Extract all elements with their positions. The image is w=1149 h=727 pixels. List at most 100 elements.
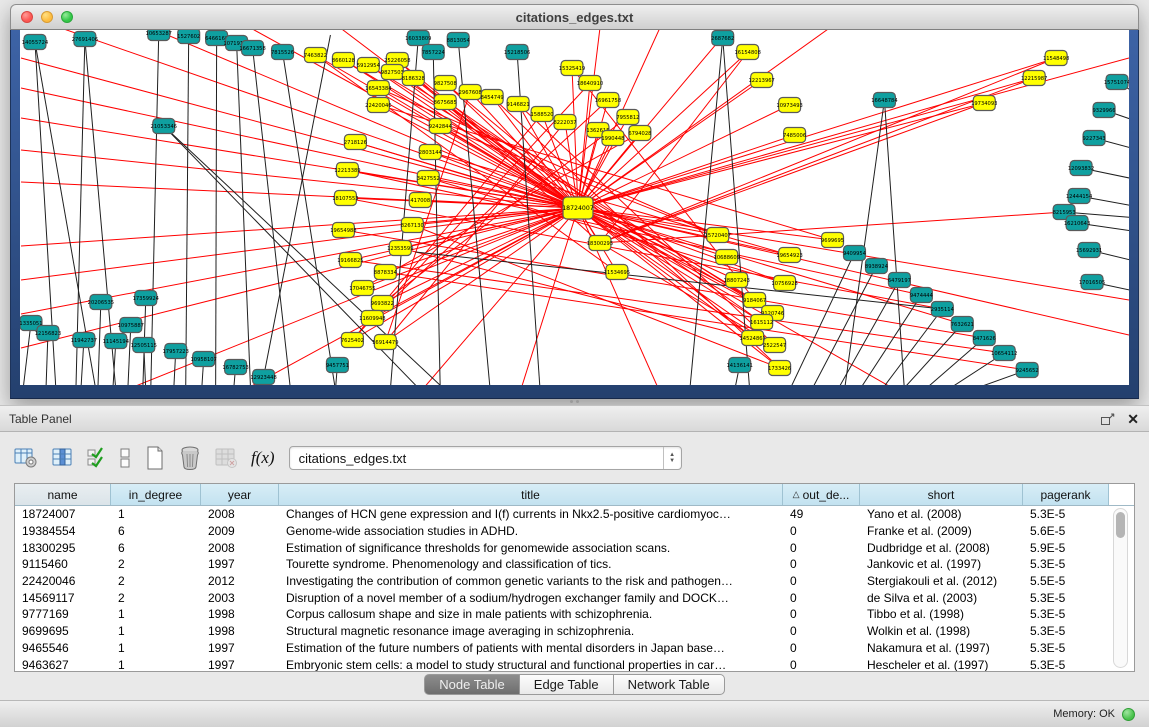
table-cell[interactable]: 1 [111,641,201,655]
table-cell[interactable]: 2 [111,591,201,605]
scrollbar-thumb[interactable] [1116,512,1125,538]
citation-edge-red[interactable] [578,78,1034,208]
table-cell[interactable]: Disruption of a novel member of a sodium… [279,591,783,605]
table-cell[interactable]: 1997 [201,658,279,672]
citation-edge-black[interactable] [881,309,942,385]
column-visibility-icon[interactable] [52,447,73,469]
new-table-icon[interactable] [145,445,165,471]
citation-edge-black[interactable] [98,302,101,385]
table-settings-icon[interactable] [14,447,38,469]
table-cell[interactable]: 9699695 [15,624,111,638]
tab-network-table[interactable]: Network Table [614,674,725,695]
table-cell[interactable]: 18300295 [15,541,111,555]
table-cell[interactable]: Changes of HCN gene expression and I(f) … [279,507,783,521]
citation-edge-red[interactable] [21,208,578,280]
table-row[interactable]: 1938455462009Genome-wide association stu… [15,523,1134,540]
column-header-outde[interactable]: △out_de... [783,484,860,505]
table-cell[interactable]: 19384554 [15,524,111,538]
table-cell[interactable]: 0 [783,591,860,605]
table-cell[interactable]: Investigating the contribution of common… [279,574,783,588]
table-cell[interactable]: 22420046 [15,574,111,588]
table-cell[interactable]: 2 [111,557,201,571]
table-cell[interactable]: 49 [783,507,860,521]
table-cell[interactable]: 2012 [201,574,279,588]
citation-edge-black[interactable] [216,38,217,385]
table-cell[interactable]: 0 [783,607,860,621]
table-row[interactable]: 946362711997Embryonic stem cells: a mode… [15,656,1134,672]
table-cell[interactable]: 9777169 [15,607,111,621]
table-cell[interactable]: 1 [111,658,201,672]
rows-icon[interactable] [119,446,131,470]
table-cell[interactable]: Stergiakouli et al. (2012) [860,574,1023,588]
table-cell[interactable]: Estimation of significance thresholds fo… [279,541,783,555]
table-row[interactable]: 1872400712008Changes of HCN gene express… [15,506,1134,523]
table-cell[interactable]: Dudbridge et al. (2008) [860,541,1023,555]
citation-edge-red[interactable] [600,103,984,243]
table-cell[interactable]: Tourette syndrome. Phenomenology and cla… [279,557,783,571]
table-cell[interactable]: 5.3E-5 [1023,507,1109,521]
table-cell[interactable]: 9115460 [15,557,111,571]
table-cell[interactable]: de Silva et al. (2003) [860,591,1023,605]
float-window-icon[interactable]: ↗ [1101,412,1115,425]
table-cell[interactable]: 9463627 [15,658,111,672]
citation-edge-black[interactable] [790,253,855,385]
table-row[interactable]: 946554611997Estimation of the future num… [15,640,1134,657]
table-cell[interactable]: Yano et al. (2008) [860,507,1023,521]
citation-edge-black[interactable] [812,266,877,385]
table-row[interactable]: 969969511998Structural magnetic resonanc… [15,623,1134,640]
table-cell[interactable]: 0 [783,557,860,571]
function-builder-icon[interactable]: f(x) [251,448,275,468]
table-selector-dropdown[interactable]: citations_edges.txt ▲▼ [289,446,682,470]
network-graph[interactable]: 1405572427691406106532871527602646616010… [20,30,1129,385]
table-cell[interactable]: 9465546 [15,641,111,655]
table-cell[interactable]: 0 [783,624,860,638]
column-header-name[interactable]: name [15,484,111,505]
tab-edge-table[interactable]: Edge Table [520,674,614,695]
citation-edge-black[interactable] [264,35,331,377]
table-cell[interactable]: 5.3E-5 [1023,607,1109,621]
table-cell[interactable]: 1 [111,507,201,521]
table-cell[interactable]: 1998 [201,624,279,638]
table-cell[interactable]: 5.6E-5 [1023,524,1109,538]
table-cell[interactable]: 2 [111,574,201,588]
table-cell[interactable]: 5.3E-5 [1023,658,1109,672]
citation-edge-black[interactable] [151,33,159,385]
table-cell[interactable]: 1997 [201,641,279,655]
table-cell[interactable]: Genome-wide association studies in ADHD. [279,524,783,538]
table-cell[interactable]: 5.5E-5 [1023,574,1109,588]
table-row[interactable]: 911546021997Tourette syndrome. Phenomeno… [15,556,1134,573]
table-cell[interactable]: 18724007 [15,507,111,521]
table-cell[interactable]: Embryonic stem cells: a model to study s… [279,658,783,672]
table-cell[interactable]: 5.9E-5 [1023,541,1109,555]
citation-edge-black[interactable] [23,323,31,385]
citation-edge-black[interactable] [237,43,251,385]
table-cell[interactable]: 1997 [201,557,279,571]
table-cell[interactable]: 0 [783,524,860,538]
citation-edge-red[interactable] [21,208,578,348]
table-cell[interactable]: Corpus callosum shape and size in male p… [279,607,783,621]
table-cell[interactable]: 0 [783,541,860,555]
table-cell[interactable]: 1 [111,624,201,638]
vertical-scrollbar[interactable] [1113,508,1128,668]
table-cell[interactable]: 1998 [201,607,279,621]
delete-table-icon[interactable] [179,445,201,471]
table-cell[interactable]: 1 [111,607,201,621]
table-cell[interactable]: 0 [783,658,860,672]
column-header-year[interactable]: year [201,484,279,505]
table-cell[interactable]: 5.3E-5 [1023,624,1109,638]
table-cell[interactable]: 5.3E-5 [1023,591,1109,605]
column-header-short[interactable]: short [860,484,1023,505]
window-titlebar[interactable]: citations_edges.txt [10,4,1139,30]
table-cell[interactable]: 6 [111,541,201,555]
column-header-pagerank[interactable]: pagerank [1023,484,1109,505]
citation-edge-red[interactable] [600,58,1056,243]
column-header-title[interactable]: title [279,484,783,505]
table-cell[interactable]: 5.3E-5 [1023,557,1109,571]
table-row[interactable]: 2242004622012Investigating the contribut… [15,573,1134,590]
table-cell[interactable]: Structural magnetic resonance image aver… [279,624,783,638]
table-cell[interactable]: 6 [111,524,201,538]
select-rows-icon[interactable] [87,447,105,469]
table-cell[interactable]: Nakamura et al. (1997) [860,641,1023,655]
table-cell[interactable]: 5.3E-5 [1023,641,1109,655]
table-cell[interactable]: 2003 [201,591,279,605]
